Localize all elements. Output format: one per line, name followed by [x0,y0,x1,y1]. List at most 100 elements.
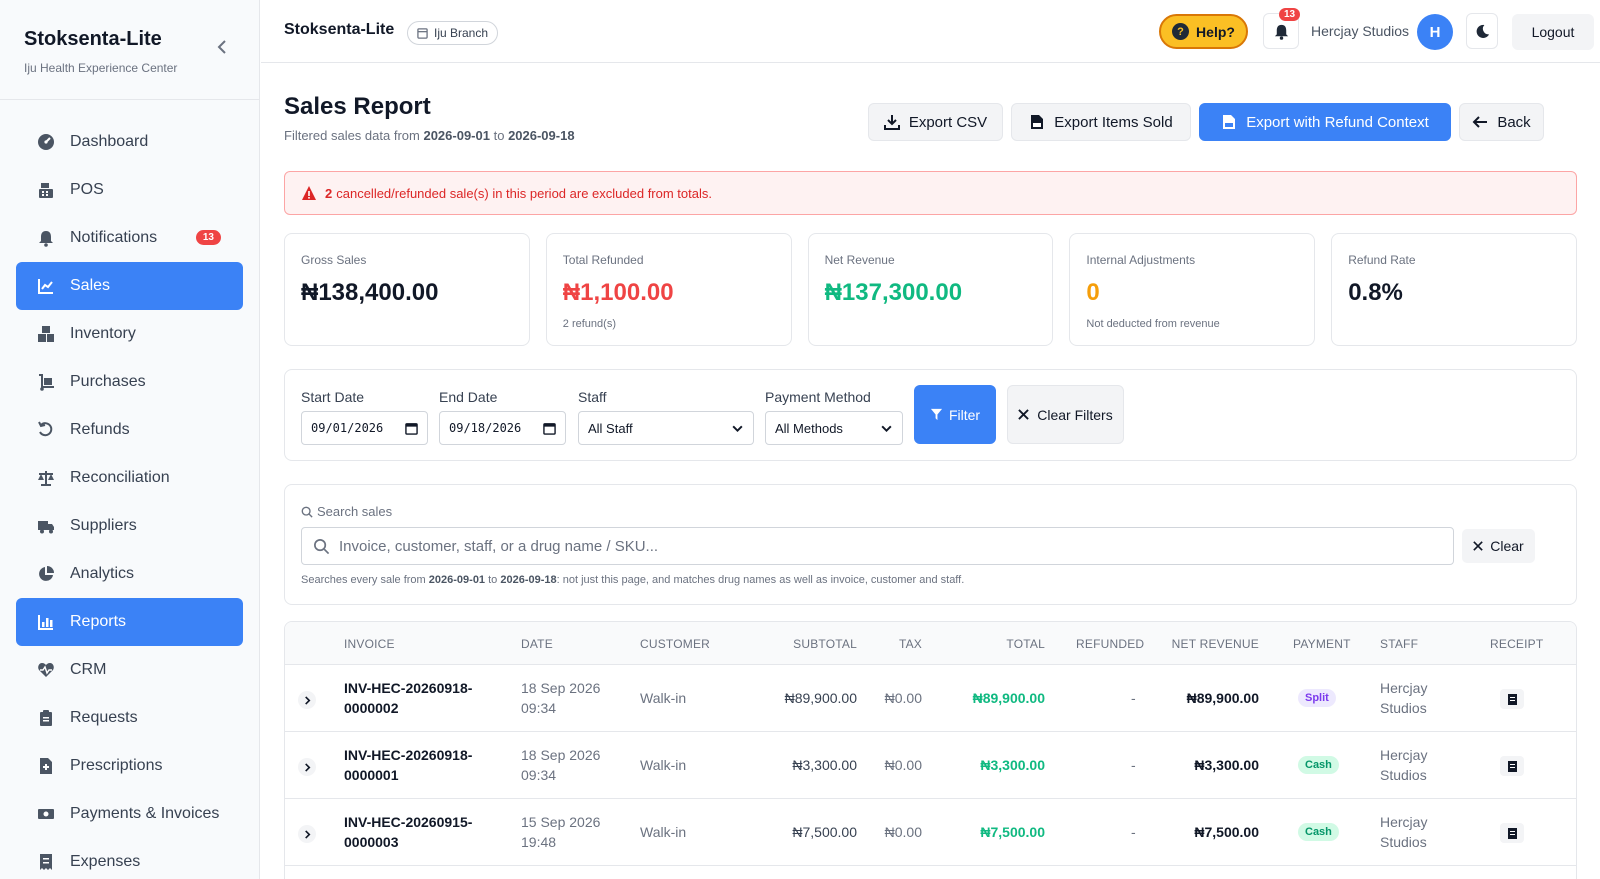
chevron-right-icon[interactable] [298,691,316,709]
branch-pill[interactable]: Iju Branch [407,21,499,45]
subtitle-prefix: Filtered sales data from [284,128,420,143]
alert-text: cancelled/refunded sale(s) in this perio… [336,185,712,201]
export-refund-context-button[interactable]: Export with Refund Context [1199,103,1451,141]
col-invoice[interactable]: INVOICE [344,637,395,651]
sidebar-item-expenses[interactable]: Expenses [16,838,243,879]
sidebar-item-prescriptions[interactable]: Prescriptions [16,742,243,790]
sidebar-item-label: Analytics [70,565,135,582]
table-row[interactable]: INV-HEC-20260915- 0000003 15 Sep 2026 19:4… [285,799,1576,866]
sidebar-item-reconciliation[interactable]: Reconciliation [16,454,243,502]
chevron-right-icon[interactable] [298,758,316,776]
sidebar-item-pos[interactable]: POS [16,166,243,214]
export-items-sold-button[interactable]: Export Items Sold [1011,103,1191,141]
sidebar-item-requests[interactable]: Requests [16,694,243,742]
invoice-part-2: 0000001 [344,767,399,783]
col-receipt: RECEIPT [1490,637,1544,651]
chevron-left-icon[interactable] [213,38,231,56]
avatar[interactable]: H [1417,14,1453,50]
receipt-icon [37,853,55,871]
sidebar-item-suppliers[interactable]: Suppliers [16,502,243,550]
customer-cell: Walk-in [640,690,687,706]
invoice-part-1: INV-HEC-20260915- [344,814,473,830]
export-csv-button[interactable]: Export CSV [868,103,1003,141]
search-input[interactable]: Invoice, customer, staff, or a drug name… [301,527,1454,565]
search-clear-button[interactable]: Clear [1462,529,1535,563]
page-title: Sales Report [284,93,431,120]
sidebar-item-refunds[interactable]: Refunds [16,406,243,454]
staff-part-1: Hercjay [1380,680,1428,696]
sidebar-item-payments-invoices[interactable]: Payments & Invoices [16,790,243,838]
sidebar-item-crm[interactable]: CRM [16,646,243,694]
refund-rate-card: Refund Rate 0.8% [1331,233,1577,346]
col-tax[interactable]: TAX [872,637,922,651]
cash-register-icon [37,181,55,199]
total-cell: ₦3,300.00 [980,757,1045,773]
end-date-input[interactable]: 09/18/2026 [439,411,566,445]
chevron-right-icon[interactable] [298,825,316,843]
sidebar-item-sales[interactable]: Sales [16,262,243,310]
col-customer[interactable]: CUSTOMER [640,637,710,651]
clear-filters-label: Clear Filters [1037,406,1113,423]
start-date-group: Start Date 09/01/2026 [301,389,428,445]
subtotal-cell: ₦89,900.00 [784,690,857,706]
sidebar-item-inventory[interactable]: Inventory [16,310,243,358]
staff-group: Staff All Staff [578,389,754,445]
date-cell: 18 Sep 2026 09:34 [521,745,600,785]
col-staff[interactable]: STAFF [1380,637,1418,651]
start-date-label: Start Date [301,389,365,405]
back-button[interactable]: Back [1459,103,1544,141]
gross-sales-card: Gross Sales ₦138,400.00 [284,233,530,346]
card-value: 0 [1086,279,1100,306]
file-csv-icon [1031,115,1044,129]
chevron-down-icon [881,425,892,432]
moon-icon [1476,24,1489,38]
invoice-part-1: INV-HEC-20260918- [344,747,473,763]
card-label: Total Refunded [562,253,644,267]
card-label: Internal Adjustments [1086,253,1196,267]
logout-button[interactable]: Logout [1512,14,1594,50]
col-date[interactable]: DATE [521,637,553,651]
clear-filters-button[interactable]: Clear Filters [1007,385,1124,444]
sidebar: Stoksenta-Lite Iju Health Experience Cen… [0,0,260,879]
col-refunded[interactable]: REFUNDED [1076,637,1144,651]
sidebar-item-dashboard[interactable]: Dashboard [16,118,243,166]
main-content: Sales Report Filtered sales data from 20… [261,63,1600,879]
warning-icon [302,186,316,200]
sidebar-item-purchases[interactable]: Purchases [16,358,243,406]
brand-subtitle: Iju Health Experience Center [24,61,178,75]
col-net-revenue[interactable]: NET REVENUE [1155,637,1259,651]
dolly-icon [37,373,55,391]
refund-alert: 2 cancelled/refunded sale(s) in this per… [284,171,1577,215]
staff-part-2: Studios [1380,700,1427,716]
receipt-button[interactable] [1500,756,1524,776]
help-button[interactable]: ? Help? [1159,14,1248,49]
sidebar-item-reports[interactable]: Reports [16,598,243,646]
theme-toggle-button[interactable] [1466,13,1498,49]
scale-icon [37,469,55,487]
start-date-input[interactable]: 09/01/2026 [301,411,428,445]
staff-select[interactable]: All Staff [578,411,754,445]
filter-button[interactable]: Filter [914,385,996,444]
search-icon [301,506,313,518]
table-row[interactable]: INV-HEC-20260918- 0000001 18 Sep 2026 09:3… [285,732,1576,799]
file-medical-icon [37,757,55,775]
page-subtitle: Filtered sales data from 2026-09-01 to 2… [284,128,575,143]
col-payment[interactable]: PAYMENT [1293,637,1351,651]
receipt-button[interactable] [1500,689,1524,709]
search-note: Searches every sale from 2026-09-01 to 2… [301,574,964,586]
receipt-button[interactable] [1500,823,1524,843]
sidebar-item-notifications[interactable]: Notifications 13 [16,214,243,262]
search-clear-label: Clear [1490,538,1524,554]
sales-table: INVOICE DATE CUSTOMER SUBTOTAL TAX TOTAL… [284,621,1577,879]
money-bill-icon [37,805,55,823]
customer-cell: Walk-in [640,757,687,773]
tax-cell: ₦0.00 [884,824,922,840]
table-row[interactable]: INV-HEC-20260918- 0000002 18 Sep 2026 09:3… [285,665,1576,732]
chevron-down-icon [732,425,743,432]
col-total[interactable]: TOTAL [945,637,1045,651]
col-subtotal[interactable]: SUBTOTAL [757,637,857,651]
start-date-value: 09/01/2026 [311,421,384,435]
calendar-icon [543,422,556,435]
sidebar-item-analytics[interactable]: Analytics [16,550,243,598]
payment-method-select[interactable]: All Methods [765,411,903,445]
